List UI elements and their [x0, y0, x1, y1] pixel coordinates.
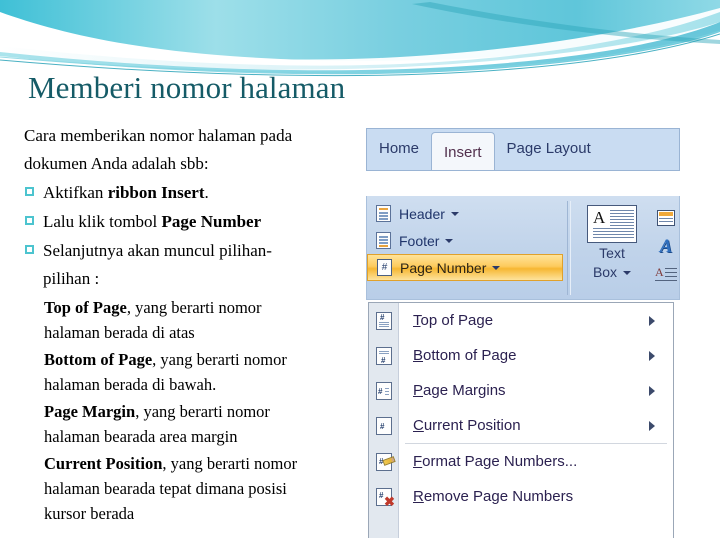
sub-item-term: Bottom of Page — [44, 350, 153, 369]
menu-item-page-margins[interactable]: # Page Margins — [369, 373, 673, 408]
intro-line-2: dokumen Anda adalah sbb: — [24, 154, 209, 173]
menu-item-label: Current Position — [413, 417, 521, 434]
header-label: Header — [399, 205, 445, 222]
sub-item-line3: kursor berada — [44, 504, 135, 523]
menu-item-current-position[interactable]: # Current Position — [369, 408, 673, 443]
quick-parts-button[interactable] — [651, 204, 679, 232]
ribbon-content-panel: Header Footer # Page Number A Text Box A… — [366, 196, 680, 300]
tab-insert[interactable]: Insert — [431, 132, 495, 170]
bullet-text: Aktifkan — [43, 183, 108, 202]
submenu-arrow-icon — [649, 350, 655, 361]
menu-item-format-page-numbers[interactable]: # Format Page Numbers... — [369, 444, 673, 479]
bullet-bold-text: Page Number — [161, 212, 262, 231]
submenu-arrow-icon — [649, 385, 655, 396]
sub-item-term: Page Margin — [44, 402, 136, 421]
slide-body-text: Cara memberikan nomor halaman pada dokum… — [24, 122, 370, 526]
ribbon-tab-bar: Home Insert Page Layout — [366, 128, 680, 171]
sub-item-line2: halaman berada di atas — [44, 323, 195, 342]
tab-page-layout[interactable]: Page Layout — [495, 129, 603, 167]
page-number-button[interactable]: # Page Number — [367, 254, 563, 281]
chevron-down-icon[interactable] — [623, 270, 632, 275]
sub-item-rest: , yang berarti nomor — [126, 298, 262, 317]
group-divider — [567, 201, 568, 295]
sub-item: Bottom of Page, yang berarti nomor halam… — [24, 347, 370, 397]
footer-label: Footer — [399, 232, 440, 249]
bullet-item: Lalu klik tombol Page Number — [24, 208, 370, 236]
text-box-group[interactable]: A Text Box — [579, 201, 645, 281]
drop-cap-glyph: A — [655, 265, 664, 279]
square-bullet-icon — [25, 216, 34, 225]
text-box-icon: A — [587, 205, 637, 243]
sub-item-rest: , yang berarti nomor — [135, 402, 270, 421]
intro-line-1: Cara memberikan nomor halaman pada — [24, 126, 293, 145]
bullet-bold-text: ribbon Insert — [107, 183, 205, 202]
page-number-bottom-icon: # — [369, 346, 399, 365]
bullet-text: Selanjutnya akan muncul pilihan- — [43, 241, 272, 260]
bullet-item: Selanjutnya akan muncul pilihan- pilihan… — [24, 237, 370, 293]
sub-item: Page Margin, yang berarti nomor halaman … — [24, 399, 370, 449]
page-number-label: Page Number — [400, 259, 487, 276]
current-position-icon: # — [369, 416, 399, 435]
menu-item-label: Top of Page — [413, 312, 494, 329]
chevron-down-icon[interactable] — [450, 211, 459, 216]
format-page-numbers-icon: # — [369, 452, 399, 471]
ribbon-tabs-row: Home Insert Page Layout — [367, 129, 603, 170]
submenu-arrow-icon — [649, 420, 655, 431]
page-margins-icon: # — [369, 381, 399, 400]
ribbon-small-icons: A A — [651, 204, 679, 288]
square-bullet-icon — [25, 187, 34, 196]
sub-item-rest: , yang berarti nomor — [162, 454, 298, 473]
text-box-label-line2: Box — [592, 264, 618, 280]
page-number-icon: # — [377, 259, 392, 276]
header-button[interactable]: Header — [367, 200, 563, 227]
tab-home[interactable]: Home — [367, 129, 431, 167]
chevron-down-icon[interactable] — [492, 265, 501, 270]
menu-item-bottom-of-page[interactable]: # Bottom of Page — [369, 338, 673, 373]
sub-item-line2: halaman bearada area margin — [44, 427, 238, 446]
word-art-button[interactable]: A — [651, 232, 679, 260]
drop-cap-icon: A — [655, 266, 677, 282]
bullet-text: Lalu klik tombol — [43, 212, 162, 231]
sub-item-rest: , yang berarti nomor — [152, 350, 287, 369]
text-box-label-line2-wrap: Box — [579, 264, 645, 281]
menu-item-top-of-page[interactable]: # Top of Page — [369, 303, 673, 338]
page-title: Memberi nomor halaman — [28, 70, 346, 105]
sub-item-line2: halaman berada di bawah. — [44, 375, 217, 394]
sub-item-term: Current Position — [44, 454, 163, 473]
footer-button[interactable]: Footer — [367, 227, 563, 254]
header-icon — [376, 205, 391, 222]
chevron-down-icon[interactable] — [445, 238, 454, 243]
square-bullet-icon — [25, 245, 34, 254]
menu-item-label: Bottom of Page — [413, 347, 517, 364]
header-footer-group: Header Footer # Page Number — [367, 200, 563, 281]
submenu-arrow-icon — [649, 315, 655, 326]
text-box-label-line1: Text — [599, 245, 625, 261]
page-number-top-icon: # — [369, 311, 399, 330]
sub-item: Top of Page, yang berarti nomor halaman … — [24, 295, 370, 345]
menu-item-label: Format Page Numbers... — [413, 453, 578, 470]
bullet-continuation-text: pilihan : — [43, 269, 100, 288]
bullet-item: Aktifkan ribbon Insert. — [24, 179, 370, 207]
group-divider-highlight — [570, 201, 571, 295]
page-number-dropdown-menu: # Top of Page # Bottom of Page # Page Ma… — [368, 302, 674, 538]
drop-cap-button[interactable]: A — [651, 260, 679, 288]
sub-item-line2: halaman bearada tepat dimana posisi — [44, 479, 287, 498]
menu-item-label: Page Margins — [413, 382, 506, 399]
sub-item-term: Top of Page — [44, 298, 127, 317]
bullet-tail-text: . — [204, 183, 209, 202]
footer-icon — [376, 232, 391, 249]
remove-page-numbers-icon: # ✖ — [369, 487, 399, 508]
menu-item-label: Remove Page Numbers — [413, 488, 574, 505]
quick-parts-icon — [657, 210, 675, 226]
word-art-icon: A — [659, 235, 673, 257]
menu-item-remove-page-numbers[interactable]: # ✖ Remove Page Numbers — [369, 479, 673, 514]
sub-item: Current Position, yang berarti nomor hal… — [24, 451, 370, 526]
